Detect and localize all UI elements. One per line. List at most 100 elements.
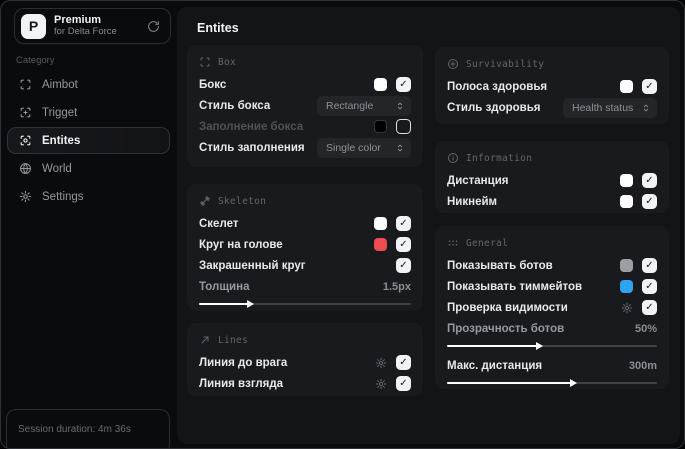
diagonal-line-icon [199,334,211,346]
sidebar-item-label: World [42,162,72,175]
app-window: P Premium for Delta Force Category Aimbo… [0,0,685,449]
toggle-row-head-circle: Круг на голове [199,234,411,255]
panel-header: Skeleton [199,193,411,209]
enemy-line-checkbox[interactable] [396,355,411,370]
main-content: Entites Box Бокс Стиль бокса Rectangle [177,7,680,444]
thickness-value: 1.5px [382,280,411,293]
max-distance-slider[interactable] [447,377,657,389]
box-fill-color-swatch[interactable] [374,120,387,133]
slider-thumb[interactable] [536,342,544,350]
select-row-health-style: Стиль здоровья Health status [447,97,657,118]
entities-eye-icon [19,134,32,147]
toggle-row-nickname: Никнейм [447,191,657,212]
chevrons-up-down-icon [641,103,651,113]
health-cross-icon [447,58,459,70]
sidebar-item-trigget[interactable]: Trigget [7,99,170,126]
toggle-row-health-bar: Полоса здоровья [447,76,657,97]
health-bar-checkbox[interactable] [642,79,657,94]
sidebar: P Premium for Delta Force Category Aimbo… [1,1,177,448]
bone-icon [199,195,211,207]
bots-opacity-slider[interactable] [447,340,657,352]
visibility-check-settings-gear-icon[interactable] [621,302,633,314]
aimbot-icon [19,78,32,91]
thickness-slider[interactable] [199,298,411,310]
session-duration-label: Session duration: 4m 36s [18,424,131,435]
sidebar-item-aimbot[interactable]: Aimbot [7,71,170,98]
skeleton-checkbox[interactable] [396,216,411,231]
session-box: Session duration: 4m 36s [6,409,170,448]
app-logo: P [21,13,46,39]
max-distance-value: 300m [628,359,657,372]
sidebar-item-settings[interactable]: Settings [7,183,170,210]
panel-header: General [447,235,657,251]
panel-title: Survivability [466,58,545,70]
sidebar-item-world[interactable]: World [7,155,170,182]
show-teammates-checkbox[interactable] [642,279,657,294]
chevrons-up-down-icon [395,101,405,111]
panel-header: Survivability [447,56,657,72]
show-bots-checkbox[interactable] [642,258,657,273]
filled-circle-checkbox[interactable] [396,258,411,273]
panel-header: Box [199,54,411,70]
select-row-box-style: Стиль бокса Rectangle [199,95,411,116]
info-icon [447,152,459,164]
panel-title: Skeleton [218,195,267,207]
panel-title: Lines [218,334,249,346]
panel-survivability: Survivability Полоса здоровья Стиль здор… [435,47,669,124]
slider-fill [199,303,250,305]
box-color-swatch[interactable] [374,78,387,91]
panel-title: Box [218,56,237,68]
sidebar-item-entites[interactable]: Entites [7,127,170,154]
sync-icon[interactable] [147,20,160,33]
toggle-row-visibility-check: Проверка видимости [447,297,657,318]
premium-title: Premium [54,14,102,27]
sidebar-item-label: Entites [42,134,81,147]
nickname-color-swatch[interactable] [620,195,633,208]
panel-lines: Lines Линия до врага Линия взгляда [187,323,423,396]
grid-dots-icon [447,237,459,249]
select-row-fill-style: Стиль заполнения Single color [199,137,411,158]
box-brackets-icon [199,56,211,68]
toggle-row-filled-circle: Закрашенный круг [199,255,411,276]
toggle-row-show-teammates: Показывать тиммейтов [447,276,657,297]
skeleton-color-swatch[interactable] [374,217,387,230]
premium-card: P Premium for Delta Force [14,8,171,44]
slider-label-row-max-distance: Макс. дистанция 300m [447,359,657,372]
panel-header: Information [447,150,657,166]
toggle-row-skeleton: Скелет [199,213,411,234]
view-line-settings-gear-icon[interactable] [375,378,387,390]
toggle-row-box: Бокс [199,74,411,95]
visibility-check-checkbox[interactable] [642,300,657,315]
page-title: Entites [197,21,239,35]
panel-header: Lines [199,332,411,348]
box-style-select[interactable]: Rectangle [317,95,411,116]
select-value: Health status [572,101,634,114]
head-circle-checkbox[interactable] [396,237,411,252]
slider-label-row-thickness: Толщина 1.5px [199,280,411,293]
select-value: Rectangle [326,99,374,112]
fill-style-select[interactable]: Single color [317,137,411,158]
panel-title: Information [466,152,533,164]
show-teammates-color-swatch[interactable] [620,280,633,293]
box-checkbox[interactable] [396,77,411,92]
box-fill-checkbox[interactable] [396,119,411,134]
show-bots-color-swatch[interactable] [620,259,633,272]
slider-thumb[interactable] [246,300,254,308]
slider-fill [447,382,573,384]
head-circle-color-swatch[interactable] [374,238,387,251]
slider-fill [447,345,540,347]
trigger-crosshair-icon [19,106,32,119]
distance-checkbox[interactable] [642,173,657,188]
slider-thumb[interactable] [570,379,577,387]
distance-color-swatch[interactable] [620,174,633,187]
toggle-row-show-bots: Показывать ботов [447,255,657,276]
health-style-select[interactable]: Health status [563,97,657,118]
panel-skeleton: Skeleton Скелет Круг на голове Закрашенн… [187,184,423,311]
health-bar-color-swatch[interactable] [620,80,633,93]
gear-icon [19,190,32,203]
nickname-checkbox[interactable] [642,194,657,209]
panel-title: General [466,237,509,249]
enemy-line-settings-gear-icon[interactable] [375,357,387,369]
view-line-checkbox[interactable] [396,376,411,391]
select-value: Single color [326,141,381,154]
